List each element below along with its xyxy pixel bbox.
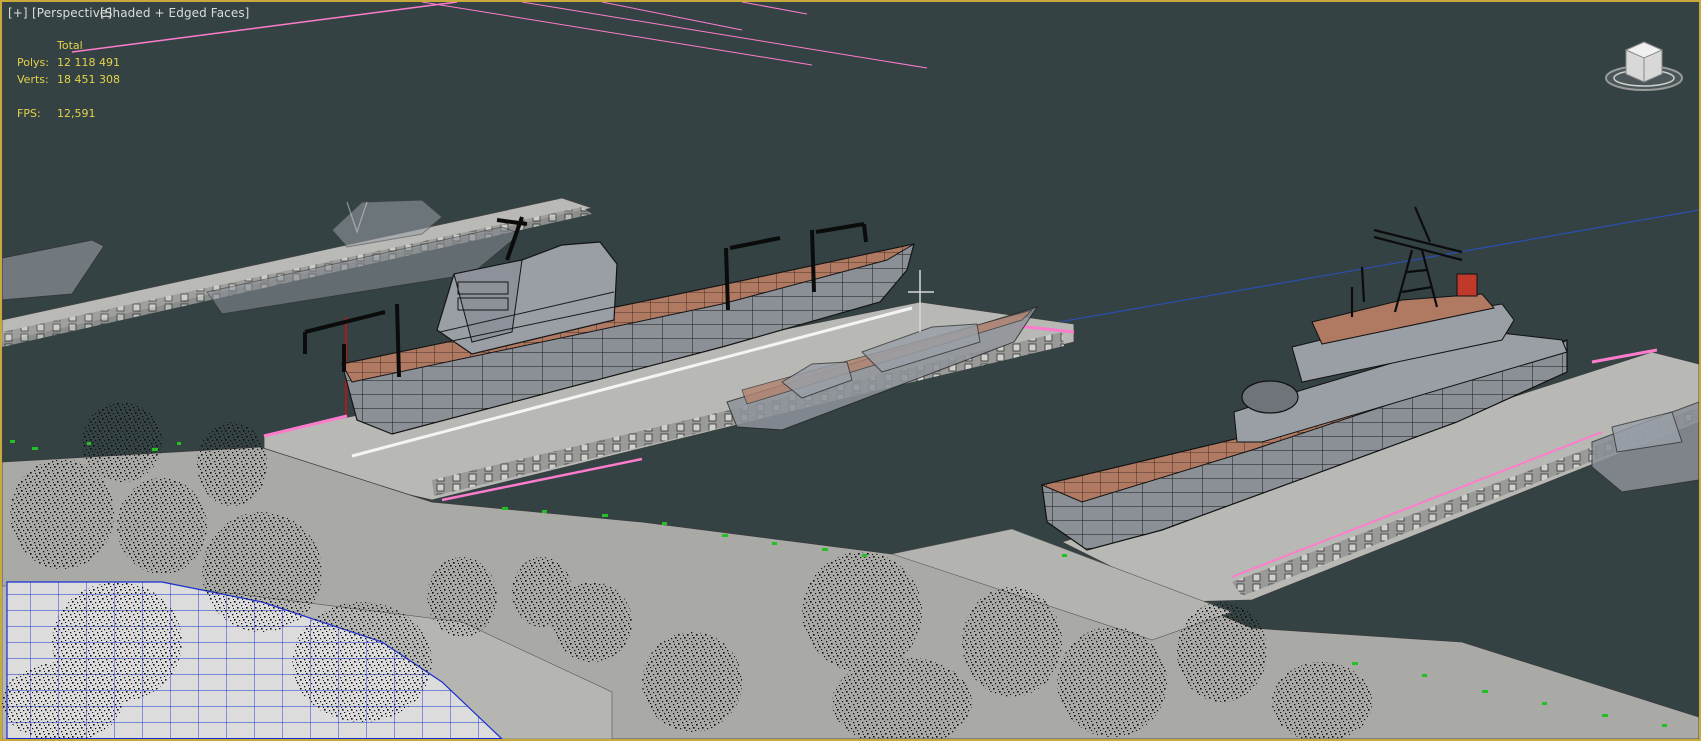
fps-value: 12,591 — [57, 107, 96, 120]
scene-render[interactable] — [2, 2, 1699, 739]
stats-header: Total — [57, 39, 83, 52]
verts-value: 18 451 308 — [57, 73, 120, 86]
viewcube-icon[interactable] — [1604, 40, 1684, 92]
fps-label: FPS: — [17, 107, 41, 120]
polys-value: 12 118 491 — [57, 56, 120, 69]
polys-label: Polys: — [17, 56, 49, 69]
verts-label: Verts: — [17, 73, 49, 86]
shading-mode-button[interactable]: [Shaded + Edged Faces] — [100, 6, 249, 20]
perspective-viewport[interactable]: [+] [Perspective] [Shaded + Edged Faces]… — [0, 0, 1701, 741]
viewport-menu-button[interactable]: [+] — [8, 6, 28, 20]
